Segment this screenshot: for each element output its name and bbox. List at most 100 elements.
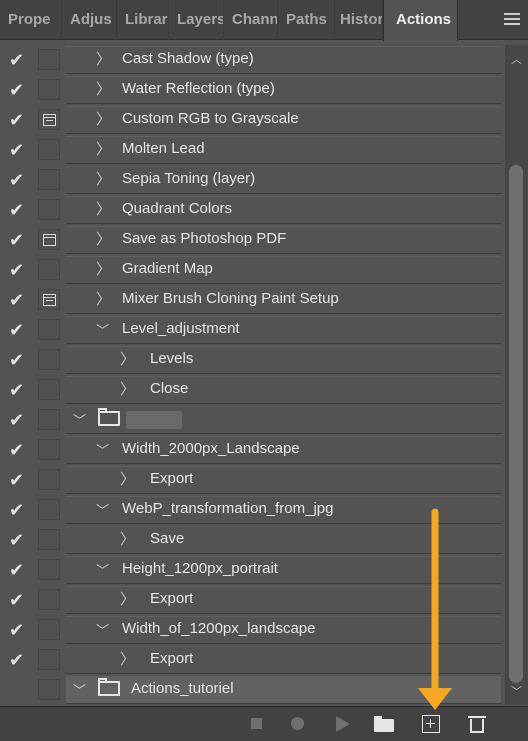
toggle-dialog-box[interactable] <box>38 109 60 130</box>
tab-prope[interactable]: Prope <box>0 0 62 40</box>
toggle-item-checkmark-icon[interactable]: ✔ <box>9 650 29 670</box>
toggle-dialog-box[interactable] <box>38 319 60 340</box>
action-row[interactable]: ✔ 〉 Sepia Toning (layer) <box>0 165 505 195</box>
toggle-dialog-box[interactable] <box>38 289 60 310</box>
toggle-item-checkmark-icon[interactable]: ✔ <box>9 560 29 580</box>
chevron-down-icon[interactable]: ﹀ <box>96 441 109 461</box>
action-row[interactable]: ✔ ﹀ Level_adjustment <box>0 315 505 345</box>
begin-recording-button[interactable] <box>289 715 307 733</box>
chevron-right-icon[interactable]: 〉 <box>96 170 111 190</box>
action-set-row[interactable]: ✔ ﹀ <box>0 405 505 435</box>
action-row[interactable]: ✔ 〉 Gradient Map <box>0 255 505 285</box>
scroll-up-icon[interactable]: ︿ <box>511 51 522 67</box>
chevron-right-icon[interactable]: 〉 <box>120 470 135 490</box>
chevron-right-icon[interactable]: 〉 <box>120 380 135 400</box>
toggle-dialog-box[interactable] <box>38 409 60 430</box>
toggle-item-checkmark-icon[interactable]: ✔ <box>9 170 29 190</box>
toggle-item-checkmark-icon[interactable]: ✔ <box>9 260 29 280</box>
toggle-dialog-box[interactable] <box>38 349 60 370</box>
action-row[interactable]: ✔ ﹀ Height_1200px_portrait <box>0 555 505 585</box>
toggle-dialog-box[interactable] <box>38 619 60 640</box>
chevron-down-icon[interactable]: ﹀ <box>73 411 86 431</box>
scrollbar[interactable]: ︿ ﹀ <box>505 45 528 705</box>
chevron-right-icon[interactable]: 〉 <box>120 650 135 670</box>
panel-menu-icon[interactable] <box>504 13 520 27</box>
toggle-dialog-box[interactable] <box>38 139 60 160</box>
toggle-item-checkmark-icon[interactable]: ✔ <box>9 350 29 370</box>
action-row[interactable]: ✔ 〉 Cast Shadow (type) <box>0 45 505 75</box>
chevron-down-icon[interactable]: ﹀ <box>96 561 109 581</box>
toggle-dialog-box[interactable] <box>38 469 60 490</box>
toggle-item-checkmark-icon[interactable]: ✔ <box>9 530 29 550</box>
action-row[interactable]: ✔ 〉 Save as Photoshop PDF <box>0 225 505 255</box>
action-step-row[interactable]: ✔ 〉 Export <box>0 465 505 495</box>
chevron-right-icon[interactable]: 〉 <box>96 140 111 160</box>
toggle-item-checkmark-icon[interactable]: ✔ <box>9 380 29 400</box>
action-row[interactable]: ✔ 〉 Molten Lead <box>0 135 505 165</box>
chevron-right-icon[interactable]: 〉 <box>96 260 111 280</box>
toggle-dialog-box[interactable] <box>38 649 60 670</box>
chevron-down-icon[interactable]: ﹀ <box>96 321 109 341</box>
toggle-dialog-box[interactable] <box>38 589 60 610</box>
toggle-dialog-box[interactable] <box>38 679 60 700</box>
action-row[interactable]: ✔ ﹀ WebP_transformation_from_jpg <box>0 495 505 525</box>
toggle-item-checkmark-icon[interactable]: ✔ <box>9 290 29 310</box>
toggle-dialog-box[interactable] <box>38 559 60 580</box>
toggle-item-checkmark-icon[interactable]: ✔ <box>9 110 29 130</box>
action-row[interactable]: ✔ 〉 Custom RGB to Grayscale <box>0 105 505 135</box>
action-row[interactable]: ✔ ﹀ Width_2000px_Landscape <box>0 435 505 465</box>
chevron-down-icon[interactable]: ﹀ <box>73 681 86 701</box>
chevron-right-icon[interactable]: 〉 <box>120 350 135 370</box>
toggle-dialog-box[interactable] <box>38 169 60 190</box>
toggle-dialog-box[interactable] <box>38 199 60 220</box>
tab-librar[interactable]: Librar <box>117 0 169 40</box>
toggle-item-checkmark-icon[interactable]: ✔ <box>9 620 29 640</box>
chevron-right-icon[interactable]: 〉 <box>120 590 135 610</box>
toggle-item-checkmark-icon[interactable]: ✔ <box>9 140 29 160</box>
toggle-dialog-box[interactable] <box>38 79 60 100</box>
tab-adjus[interactable]: Adjus <box>62 0 117 40</box>
tab-chann[interactable]: Chann <box>224 0 278 40</box>
toggle-item-checkmark-icon[interactable]: ✔ <box>9 320 29 340</box>
toggle-dialog-box[interactable] <box>38 379 60 400</box>
action-row[interactable]: ✔ ﹀ Width_of_1200px_landscape <box>0 615 505 645</box>
tab-histor[interactable]: Histor <box>332 0 383 40</box>
action-step-row[interactable]: ✔ 〉 Export <box>0 645 505 675</box>
delete-button[interactable] <box>468 715 486 733</box>
chevron-down-icon[interactable]: ﹀ <box>96 501 109 521</box>
tab-layers[interactable]: Layers <box>169 0 224 40</box>
create-new-set-button[interactable] <box>374 715 394 733</box>
action-step-row[interactable]: ✔ 〉 Close <box>0 375 505 405</box>
toggle-item-checkmark-icon[interactable]: ✔ <box>9 410 29 430</box>
chevron-right-icon[interactable]: 〉 <box>120 530 135 550</box>
toggle-item-checkmark-icon[interactable]: ✔ <box>9 470 29 490</box>
toggle-dialog-box[interactable] <box>38 229 60 250</box>
toggle-item-checkmark-icon[interactable]: ✔ <box>9 440 29 460</box>
scroll-down-icon[interactable]: ﹀ <box>511 683 522 699</box>
chevron-right-icon[interactable]: 〉 <box>96 290 111 310</box>
chevron-right-icon[interactable]: 〉 <box>96 110 111 130</box>
tab-paths[interactable]: Paths <box>278 0 335 40</box>
toggle-dialog-box[interactable] <box>38 439 60 460</box>
action-step-row[interactable]: ✔ 〉 Levels <box>0 345 505 375</box>
action-step-row[interactable]: ✔ 〉 Save <box>0 525 505 555</box>
toggle-item-checkmark-icon[interactable]: ✔ <box>9 500 29 520</box>
chevron-right-icon[interactable]: 〉 <box>96 200 111 220</box>
action-row[interactable]: ✔ 〉 Water Reflection (type) <box>0 75 505 105</box>
toggle-dialog-box[interactable] <box>38 49 60 70</box>
action-row[interactable]: ✔ 〉 Mixer Brush Cloning Paint Setup <box>0 285 505 315</box>
toggle-dialog-box[interactable] <box>38 529 60 550</box>
chevron-down-icon[interactable]: ﹀ <box>96 621 109 641</box>
chevron-right-icon[interactable]: 〉 <box>96 80 111 100</box>
chevron-right-icon[interactable]: 〉 <box>96 50 111 70</box>
scrollbar-thumb[interactable] <box>509 165 523 683</box>
create-new-action-button[interactable] <box>422 715 440 733</box>
toggle-item-checkmark-icon[interactable] <box>9 680 29 700</box>
toggle-item-checkmark-icon[interactable]: ✔ <box>9 230 29 250</box>
toggle-dialog-box[interactable] <box>38 259 60 280</box>
toggle-item-checkmark-icon[interactable]: ✔ <box>9 80 29 100</box>
toggle-item-checkmark-icon[interactable]: ✔ <box>9 50 29 70</box>
play-selection-button[interactable] <box>333 715 351 733</box>
chevron-right-icon[interactable]: 〉 <box>96 230 111 250</box>
toggle-item-checkmark-icon[interactable]: ✔ <box>9 590 29 610</box>
